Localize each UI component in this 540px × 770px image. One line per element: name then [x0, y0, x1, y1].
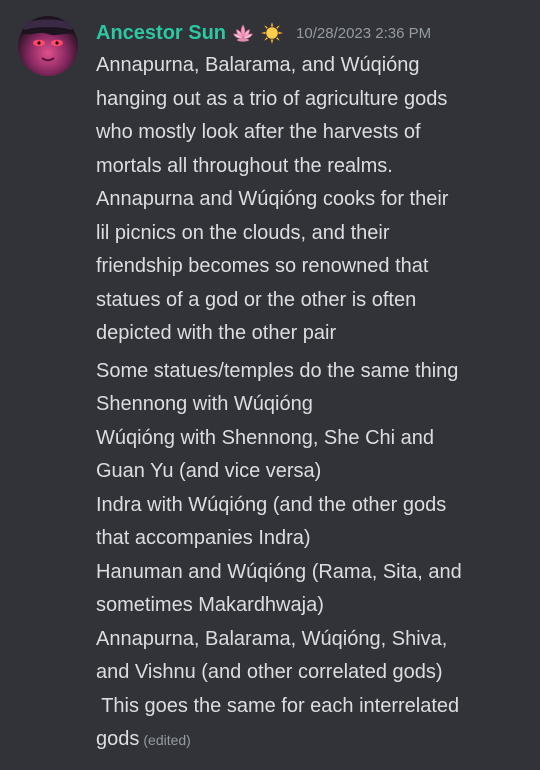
message-line: sometimes Makardhwaja): [96, 594, 324, 616]
message-line: hanging out as a trio of agriculture god…: [96, 87, 448, 110]
message-line: Wúqióng with Shennong, She Chi and: [96, 426, 435, 449]
message-line: Hanuman and Wúqióng (Rama, Sita, and: [96, 560, 462, 583]
message-line: Some statues/temples do the same thing: [96, 359, 459, 382]
username[interactable]: Ancestor Sun: [96, 22, 226, 45]
message-line: Annapurna, Balarama, Wúqióng, Shiva,: [96, 627, 448, 650]
message-line: gods: [96, 728, 140, 750]
timestamp[interactable]: 10/28/2023 2:36 PM: [296, 25, 431, 42]
message-line: that accompanies Indra): [96, 527, 311, 549]
message-body: Annapurna, Balarama, and Wúqióng hanging…: [96, 49, 526, 758]
message-line: Indra with Wúqióng (and the other gods: [96, 493, 447, 516]
message-line: friendship becomes so renowned that: [96, 255, 429, 277]
edited-label: (edited): [143, 732, 191, 748]
sun-emoji-icon: [260, 21, 284, 45]
message-last-line: gods (edited): [96, 723, 526, 758]
message-line: depicted with the other pair: [96, 322, 337, 344]
message-line: Annapurna and Wúqióng cooks for their: [96, 188, 449, 210]
avatar-image: [18, 16, 78, 76]
message-line: Guan Yu (and vice versa): [96, 460, 322, 482]
message-header: Ancestor Sun 10/28/2023 2:36 PM: [96, 18, 526, 48]
message-line: lil picnics on the clouds, and their: [96, 221, 390, 244]
lotus-emoji-icon: [231, 21, 255, 45]
message-line: who mostly look after the harvests of: [96, 121, 421, 143]
avatar[interactable]: [18, 16, 78, 76]
message-line: mortals all throughout the realms.: [96, 154, 393, 177]
message-line: This goes the same for each interrelated: [96, 694, 460, 717]
message-line: Shennong with Wúqióng: [96, 393, 313, 415]
message-line: statues of a god or the other is often: [96, 288, 417, 311]
message-content: Ancestor Sun 10/28/2023 2:36 PM Annapurn…: [96, 18, 526, 758]
message-line: Annapurna, Balarama, and Wúqióng: [96, 54, 420, 76]
chat-message: Ancestor Sun 10/28/2023 2:36 PM Annapurn…: [0, 0, 540, 770]
message-line: and Vishnu (and other correlated gods): [96, 661, 443, 683]
